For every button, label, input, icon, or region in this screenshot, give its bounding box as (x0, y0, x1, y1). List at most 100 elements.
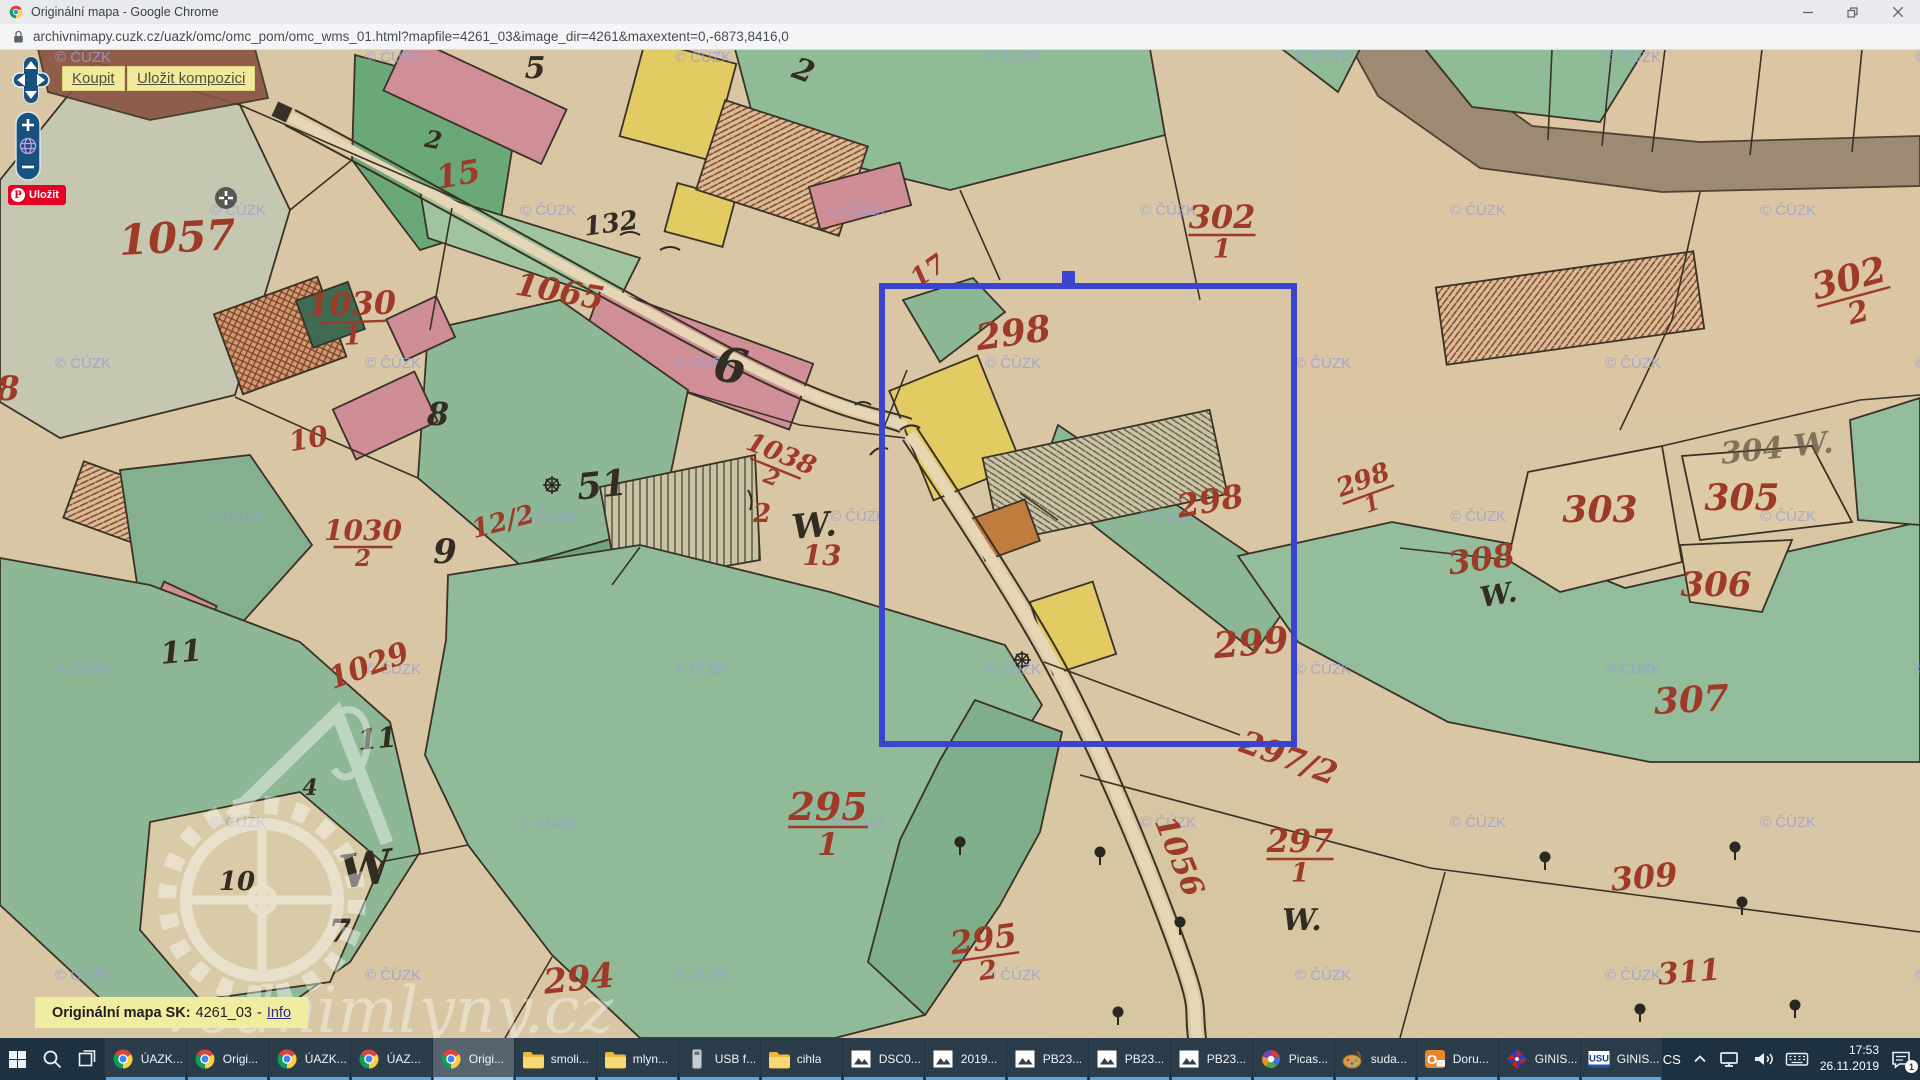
save-composition-button[interactable]: Uložit kompozici (127, 66, 255, 91)
taskbar-item-usb[interactable]: USB f... (679, 1038, 760, 1080)
usu-icon: USU (1586, 1047, 1612, 1071)
svg-text:1030: 1030 (306, 283, 396, 324)
svg-text:© ČÚZK: © ČÚZK (1450, 202, 1506, 219)
taskbar-item-chrome[interactable]: ÚAZ... (351, 1038, 432, 1080)
volume-icon[interactable] (1752, 1050, 1774, 1068)
taskbar-item-folder[interactable]: smoli... (515, 1038, 596, 1080)
window-titlebar: Originální mapa - Google Chrome (0, 0, 1920, 25)
svg-text:2: 2 (752, 499, 771, 529)
taskbar-item-palette[interactable]: suda... (1335, 1038, 1416, 1080)
info-link[interactable]: Info (267, 1005, 291, 1021)
folder-icon (520, 1047, 546, 1071)
folder-icon (766, 1047, 792, 1071)
taskbar-item-chrome[interactable]: ÚAZK... (269, 1038, 350, 1080)
svg-text:© ČÚZK: © ČÚZK (1295, 661, 1351, 678)
task-view-button[interactable] (70, 1038, 105, 1080)
svg-text:51: 51 (575, 462, 629, 509)
url-text: archivnimapy.cuzk.cz/uazk/omc/omc_pom/om… (33, 29, 789, 44)
minimize-button[interactable] (1785, 0, 1830, 24)
selection-handle (1062, 271, 1075, 287)
close-icon[interactable] (1875, 0, 1920, 24)
svg-text:© ČÚZK: © ČÚZK (55, 355, 111, 372)
taskbar-item-chrome[interactable]: Origi... (433, 1038, 514, 1080)
svg-text:W.: W. (1477, 575, 1519, 614)
zoom-control[interactable] (15, 111, 41, 181)
svg-text:1057: 1057 (118, 210, 237, 265)
taskbar-item-label: ÚAZK... (141, 1052, 183, 1066)
taskbar-item-image[interactable]: 2019... (925, 1038, 1006, 1080)
network-icon[interactable] (1719, 1050, 1741, 1068)
svg-text:© ČÚZK: © ČÚZK (1760, 814, 1816, 831)
svg-text:© ČÚZK: © ČÚZK (210, 508, 266, 525)
svg-text:O: O (1427, 1052, 1437, 1067)
svg-text:© ČÚZK: © ČÚZK (55, 967, 111, 984)
cadastral-map[interactable]: © ČÚZK © ČÚZK © ČÚZK © ČÚZK © ČÚZK © ČÚZK © ČÚ… (0, 49, 1920, 1038)
start-button[interactable] (0, 1038, 35, 1080)
taskbar-item-picasa[interactable]: Picas... (1253, 1038, 1334, 1080)
svg-text:10: 10 (286, 419, 331, 458)
pinterest-save-button[interactable]: P Uložit (8, 185, 66, 205)
image-icon (848, 1047, 874, 1071)
address-bar[interactable]: archivnimapy.cuzk.cz/uazk/omc/omc_pom/om… (0, 24, 1920, 50)
taskbar-item-image[interactable]: PB23... (1089, 1038, 1170, 1080)
pan-control[interactable] (9, 55, 53, 107)
chrome-icon (192, 1047, 218, 1071)
svg-text:© ČÚZK: © ČÚZK (1605, 661, 1661, 678)
svg-text:1030: 1030 (324, 514, 402, 547)
picasa-icon (1258, 1047, 1284, 1071)
image-icon (930, 1047, 956, 1071)
taskbar: ÚAZK...Origi...ÚAZK...ÚAZ...Origi...smol… (0, 1038, 1920, 1080)
taskbar-item-label: smoli... (551, 1052, 589, 1066)
svg-text:5: 5 (525, 51, 546, 86)
taskbar-item-label: DSC0... (879, 1052, 921, 1066)
svg-text:305: 305 (1704, 477, 1779, 519)
action-center-icon[interactable]: 1 (1890, 1049, 1912, 1069)
svg-text:© ČÚZK: © ČÚZK (520, 814, 576, 831)
svg-text:15: 15 (433, 152, 483, 197)
svg-text:© ČÚZK: © ČÚZK (675, 49, 731, 66)
svg-text:295: 295 (787, 784, 867, 829)
status-label: Originální mapa SK: (52, 1005, 191, 1021)
taskbar-item-chrome[interactable]: ÚAZK... (105, 1038, 186, 1080)
taskbar-item-usu[interactable]: USUGINIS... (1581, 1038, 1662, 1080)
taskbar-item-outlook[interactable]: ODoru... (1417, 1038, 1498, 1080)
svg-text:8: 8 (0, 369, 20, 409)
tray-time: 17:53 (1820, 1043, 1879, 1059)
taskbar-item-label: ÚAZK... (305, 1052, 347, 1066)
taskbar-item-image[interactable]: DSC0... (843, 1038, 924, 1080)
taskbar-item-ginis[interactable]: GINIS... (1499, 1038, 1580, 1080)
svg-text:9: 9 (433, 532, 457, 572)
svg-text:© ČÚZK: © ČÚZK (1605, 967, 1661, 984)
svg-text:© ČÚZK: © ČÚZK (985, 661, 1041, 678)
taskbar-item-label: PB23... (1125, 1052, 1164, 1066)
svg-text:© ČÚZK: © ČÚZK (1605, 49, 1661, 66)
chevron-up-icon[interactable] (1692, 1051, 1708, 1067)
taskbar-item-image[interactable]: PB23... (1007, 1038, 1088, 1080)
keyboard-icon[interactable] (1785, 1050, 1809, 1068)
window-title: Originální mapa - Google Chrome (31, 5, 219, 19)
taskbar-item-image[interactable]: PB23... (1171, 1038, 1252, 1080)
svg-text:© ČÚZK: © ČÚZK (520, 202, 576, 219)
language-indicator[interactable]: CS (1663, 1052, 1681, 1067)
svg-text:1: 1 (1213, 233, 1231, 264)
taskbar-item-label: suda... (1371, 1052, 1407, 1066)
taskbar-item-folder[interactable]: cihla (761, 1038, 842, 1080)
svg-text:4: 4 (302, 775, 317, 801)
map-viewport[interactable]: © ČÚZK © ČÚZK © ČÚZK © ČÚZK © ČÚZK © ČÚZK © ČÚ… (0, 49, 1920, 1038)
taskbar-item-folder[interactable]: mlyn... (597, 1038, 678, 1080)
svg-text:1: 1 (343, 320, 362, 352)
svg-text:© ČÚZK: © ČÚZK (365, 49, 421, 66)
search-button[interactable] (35, 1038, 70, 1080)
chrome-icon (438, 1047, 464, 1071)
folder-icon (602, 1047, 628, 1071)
tray-date: 26.11.2019 (1820, 1059, 1879, 1075)
taskbar-item-chrome[interactable]: Origi... (187, 1038, 268, 1080)
svg-text:© ČÚZK: © ČÚZK (1760, 202, 1816, 219)
restore-button[interactable] (1830, 0, 1875, 24)
buy-button[interactable]: Koupit (62, 66, 125, 91)
svg-text:11: 11 (159, 633, 204, 672)
ginis-icon (1504, 1047, 1530, 1071)
chrome-icon (110, 1047, 136, 1071)
svg-text:© ČÚZK: © ČÚZK (985, 49, 1041, 66)
clock[interactable]: 17:53 26.11.2019 (1820, 1043, 1879, 1074)
